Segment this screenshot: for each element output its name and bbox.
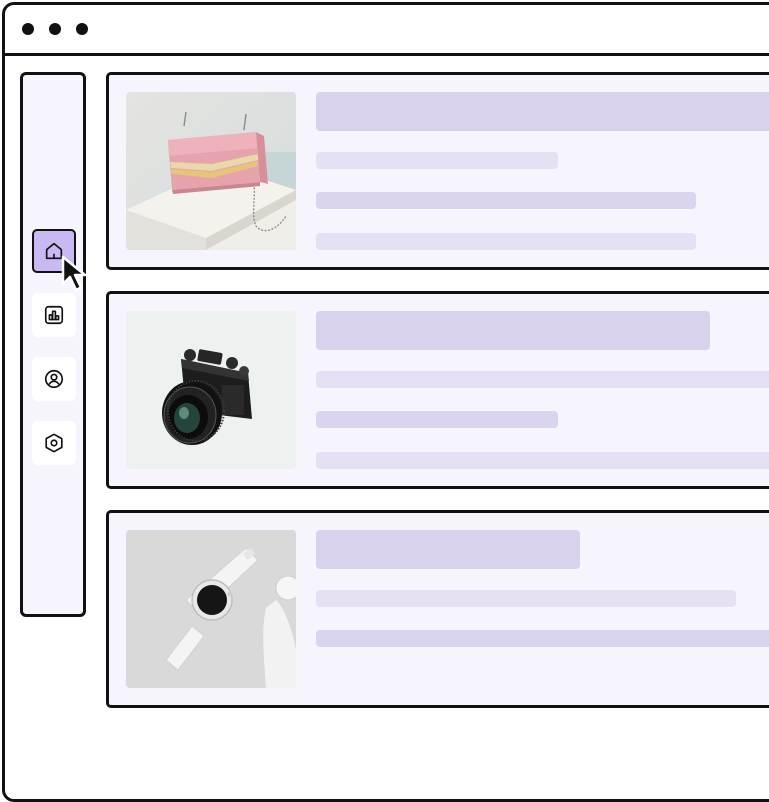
product-card[interactable] <box>106 72 769 270</box>
sidebar <box>20 72 86 617</box>
window-control-dot[interactable] <box>22 23 34 35</box>
product-text-placeholder <box>316 192 696 209</box>
product-card[interactable] <box>106 291 769 489</box>
bar-chart-icon <box>44 305 64 325</box>
window-control-dot[interactable] <box>76 23 88 35</box>
product-title-placeholder <box>316 92 769 131</box>
sidebar-item-profile[interactable] <box>32 357 76 401</box>
product-text-placeholder <box>316 590 736 607</box>
product-text-placeholder <box>316 233 696 250</box>
window-control-dot[interactable] <box>49 23 61 35</box>
product-text-placeholder <box>316 371 769 388</box>
white-smartwatch-photo <box>126 530 296 688</box>
product-text-placeholder <box>316 452 769 469</box>
title-bar <box>5 5 769 56</box>
product-card[interactable] <box>106 510 769 708</box>
black-camera-photo <box>126 311 296 469</box>
product-title-placeholder <box>316 311 710 350</box>
product-text-placeholder <box>316 411 558 428</box>
product-text-placeholder <box>316 630 769 647</box>
pink-handbag-photo <box>126 92 296 250</box>
mouse-cursor-icon <box>60 254 100 298</box>
product-text-placeholder <box>316 152 558 169</box>
hexagon-settings-icon <box>45 433 63 453</box>
product-title-placeholder <box>316 530 580 569</box>
user-circle-icon <box>44 369 64 389</box>
sidebar-item-settings[interactable] <box>32 421 76 465</box>
sidebar-item-analytics[interactable] <box>32 293 76 337</box>
